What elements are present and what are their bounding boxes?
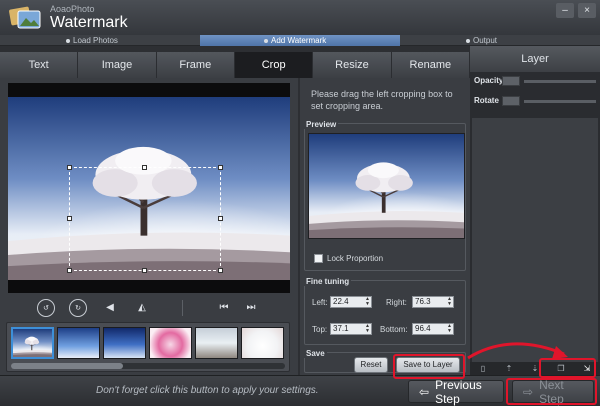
step-dot-icon	[66, 38, 70, 43]
rotate-label: Rotate	[474, 96, 499, 105]
app-title: Watermark	[50, 14, 128, 31]
step-progress: Load Photos Add Watermark Output	[0, 35, 600, 46]
stepper-arrows-icon[interactable]: ▲ ▼	[365, 297, 370, 307]
opacity-slider[interactable]	[524, 80, 596, 83]
right-value: 76.3	[415, 297, 431, 306]
fine-tuning-label: Fine tuning	[304, 277, 352, 286]
app-brand: AoaoPhoto	[50, 4, 95, 14]
scrollbar-thumb[interactable]	[11, 363, 123, 369]
tab-frame[interactable]: Frame	[156, 52, 235, 78]
minimize-button[interactable]: –	[556, 3, 574, 18]
bottom-label: Bottom:	[380, 325, 408, 334]
layer-panel: Layer Opacity Rotate ▯ ⇡ ⇣ ❐ ⇲	[470, 46, 600, 375]
step-add-watermark[interactable]: Add Watermark	[264, 35, 326, 46]
thumbnail-strip	[6, 322, 290, 372]
step-label: Output	[473, 36, 498, 45]
rotate-left-90-icon[interactable]: ↺	[37, 299, 55, 317]
step-dot-icon	[264, 38, 268, 43]
step-load-photos[interactable]: Load Photos	[66, 35, 118, 46]
crop-handle[interactable]	[67, 268, 72, 273]
layer-list[interactable]	[472, 118, 598, 363]
crop-selection-box[interactable]	[67, 165, 223, 273]
lock-proportion-label: Lock Proportion	[327, 254, 384, 263]
preview-image	[308, 133, 465, 239]
tab-bar: Text Image Frame Crop Resize Rename	[0, 52, 470, 78]
crop-handle[interactable]	[218, 216, 223, 221]
step-dot-icon	[466, 38, 470, 43]
window-controls: – ×	[556, 3, 596, 18]
close-button[interactable]: ×	[578, 3, 596, 18]
step-output[interactable]: Output	[466, 35, 497, 46]
crop-handle[interactable]	[67, 216, 72, 221]
apply-hint-note: Don't forget click this button to apply …	[96, 385, 319, 396]
stepper-arrows-icon[interactable]: ▲ ▼	[447, 297, 452, 307]
rotate-right-90-icon[interactable]: ↻	[69, 299, 87, 317]
right-stepper[interactable]: 76.3 ▲ ▼	[412, 296, 454, 308]
thumbnail-scrollbar[interactable]	[11, 363, 285, 369]
tab-resize[interactable]: Resize	[313, 52, 392, 78]
preview-label: Preview	[304, 120, 339, 129]
edit-panel: ↺ ↻ ◀ ◭ ⏮ ⏭	[0, 78, 298, 375]
photo-controls: ↺ ↻ ◀ ◭ ⏮ ⏭	[0, 296, 298, 320]
right-label: Right:	[386, 298, 407, 307]
highlight-next-step	[506, 378, 597, 405]
opacity-input[interactable]	[502, 76, 520, 86]
crop-handle[interactable]	[67, 165, 72, 170]
divider	[182, 300, 183, 316]
checkbox-box[interactable]	[314, 254, 323, 263]
tab-image[interactable]: Image	[78, 52, 157, 78]
flip-vertical-icon[interactable]: ◭	[133, 299, 151, 317]
step-label: Add Watermark	[271, 36, 327, 45]
crop-handle[interactable]	[218, 268, 223, 273]
thumbnail-tree[interactable]	[11, 327, 54, 359]
left-value: 22.4	[333, 297, 349, 306]
top-value: 37.1	[333, 324, 349, 333]
photo-canvas[interactable]	[8, 83, 290, 293]
layer-header: Layer	[470, 46, 600, 72]
title-bar: AoaoPhoto Watermark – ×	[0, 0, 600, 35]
thumbnail-night-snow[interactable]	[103, 327, 146, 359]
rotate-slider[interactable]	[524, 100, 596, 103]
step-label: Load Photos	[73, 36, 118, 45]
reset-button[interactable]: Reset	[354, 357, 388, 373]
top-label: Top:	[312, 325, 328, 334]
save-label: Save	[304, 349, 327, 358]
tab-rename[interactable]: Rename	[391, 52, 470, 78]
left-label: Left:	[312, 298, 328, 307]
app-logo-icon	[9, 6, 41, 29]
flip-horizontal-icon[interactable]: ◀	[101, 299, 119, 317]
previous-step-label: Previous Step	[435, 377, 482, 406]
lock-proportion-checkbox[interactable]: Lock Proportion	[314, 254, 383, 263]
rotate-input[interactable]	[502, 96, 520, 106]
left-stepper[interactable]: 22.4 ▲ ▼	[330, 296, 372, 308]
next-photo-icon[interactable]: ⏭	[242, 299, 260, 317]
previous-photo-icon[interactable]: ⏮	[215, 299, 233, 317]
stepper-arrows-icon[interactable]: ▲ ▼	[365, 324, 370, 334]
crop-handle[interactable]	[142, 268, 147, 273]
tutorial-arrow-icon	[467, 342, 568, 360]
thumbnail-winter-house[interactable]	[195, 327, 238, 359]
thumbnail-flower[interactable]	[149, 327, 192, 359]
top-stepper[interactable]: 37.1 ▲ ▼	[330, 323, 372, 335]
crop-hint-text: Please drag the left cropping box to set…	[311, 89, 453, 111]
tab-text[interactable]: Text	[0, 52, 79, 78]
thumbnail-snow-sky[interactable]	[57, 327, 100, 359]
crop-handle[interactable]	[218, 165, 223, 170]
opacity-label: Opacity	[474, 76, 504, 85]
previous-step-button[interactable]: ⇦ Previous Step	[408, 377, 504, 406]
bottom-value: 96.4	[415, 324, 431, 333]
tab-crop[interactable]: Crop	[234, 52, 314, 78]
arrow-left-icon: ⇦	[419, 384, 430, 399]
thumbnail-snowman[interactable]	[241, 327, 284, 359]
crop-handle[interactable]	[142, 165, 147, 170]
